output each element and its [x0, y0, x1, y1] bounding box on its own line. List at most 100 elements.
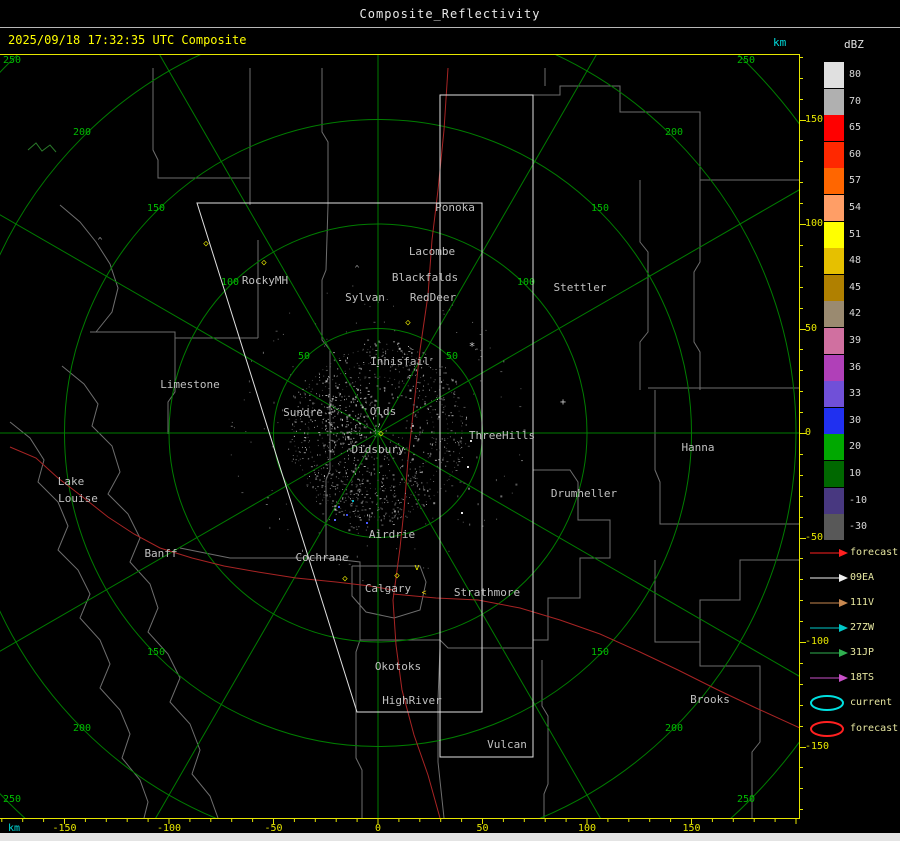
radar-echo: [419, 488, 421, 490]
radar-echo: [457, 441, 459, 443]
radar-echo: [360, 428, 361, 430]
dbz-value-label: 60: [849, 148, 862, 160]
map-symbol-icon: v: [414, 563, 419, 573]
radar-echo: [319, 479, 321, 482]
radar-echo: [356, 555, 358, 558]
radar-echo: [345, 436, 347, 438]
radar-echo: [460, 436, 462, 439]
radar-echo: [350, 401, 352, 404]
radar-echo: [411, 458, 414, 461]
radar-echo: [457, 495, 459, 498]
radar-echo: [367, 394, 370, 395]
radar-echo: [419, 471, 422, 473]
radar-echo: [309, 475, 310, 477]
radar-echo: [347, 469, 348, 471]
radar-echo: [343, 437, 344, 439]
radar-echo: [323, 375, 325, 377]
radar-echo: [407, 482, 409, 484]
radar-echo: [422, 504, 424, 507]
radar-echo: [424, 402, 426, 405]
dbz-swatch: [824, 274, 844, 301]
radar-echo: [356, 459, 359, 461]
radar-echo: [443, 313, 445, 315]
radar-echo: [328, 447, 329, 449]
city-label-rockymh: RockyMH: [242, 274, 288, 287]
radar-echo: [426, 504, 427, 505]
dbz-swatch: [824, 407, 844, 434]
radar-echo: [409, 348, 412, 350]
radar-echo: [322, 513, 325, 515]
radar-echo: [379, 498, 382, 499]
range-ring-label: 150: [591, 203, 609, 214]
radar-echo: [233, 427, 235, 429]
radar-echo: [345, 331, 347, 333]
radar-echo: [324, 486, 326, 487]
radar-echo: [340, 442, 342, 444]
radar-echo: [375, 429, 376, 431]
radar-echo: [248, 380, 250, 383]
dbz-swatch: [824, 328, 844, 354]
radar-echo: [427, 489, 429, 492]
radar-echo: [348, 431, 351, 433]
radar-echo: [362, 580, 364, 582]
radar-echo: [346, 431, 349, 434]
radar-echo: [308, 386, 310, 388]
radar-echo: [413, 369, 415, 371]
radar-echo: [381, 508, 383, 510]
radar-echo: [383, 484, 385, 486]
radar-echo: [347, 476, 349, 478]
radar-echo: [435, 369, 437, 370]
radar-echo: [318, 532, 320, 534]
radar-echo: [367, 415, 369, 418]
radar-echo: [334, 428, 336, 430]
radar-echo: [230, 454, 232, 456]
azimuth-line: [377, 432, 601, 818]
radar-echo: [348, 395, 350, 397]
radar-echo: [434, 379, 436, 381]
radar-echo: [413, 444, 415, 447]
radar-echo: [355, 515, 357, 517]
radar-echo: [343, 466, 345, 468]
radar-echo: [334, 453, 335, 455]
radar-echo: [361, 483, 364, 485]
county-boundary-line: [654, 560, 761, 818]
radar-echo: [243, 399, 245, 401]
radar-echo: [323, 444, 326, 447]
radar-echo: [416, 485, 418, 488]
radar-echo: [339, 393, 341, 395]
radar-echo: [455, 380, 457, 383]
radar-map[interactable]: 50 50100 100150 150150 150200 200200 200250 250…: [0, 54, 800, 834]
track-legend-row: 111V: [800, 594, 900, 612]
radar-echo: [325, 464, 327, 466]
radar-echo: [444, 405, 446, 407]
radar-echo: [310, 419, 312, 421]
radar-echo: [370, 473, 372, 476]
radar-echo: [397, 342, 400, 344]
radar-echo: [395, 387, 396, 389]
radar-echo: [352, 382, 354, 384]
radar-echo: [325, 494, 328, 497]
radar-echo: [314, 420, 316, 422]
radar-echo: [369, 351, 371, 354]
dbz-value-label: 51: [849, 228, 862, 240]
radar-echo: [303, 452, 306, 454]
radar-echo: [298, 391, 300, 393]
radar-echo: [356, 528, 358, 530]
radar-echo: [336, 375, 338, 377]
radar-echo: [271, 446, 273, 448]
radar-echo: [344, 462, 346, 463]
map-symbol-icon: <: [422, 588, 427, 597]
radar-echo: [335, 476, 337, 478]
radar-echo: [383, 458, 385, 460]
radar-echo: [321, 486, 323, 488]
radar-echo: [343, 501, 345, 503]
radar-echo: [424, 401, 426, 403]
radar-echo: [438, 459, 441, 461]
radar-echo: [397, 510, 399, 513]
radar-echo: [360, 502, 362, 504]
radar-echo: [417, 397, 419, 399]
radar-echo: [332, 440, 334, 441]
radar-echo: [292, 366, 294, 368]
radar-echo: [357, 388, 359, 391]
radar-echo: [431, 431, 433, 434]
